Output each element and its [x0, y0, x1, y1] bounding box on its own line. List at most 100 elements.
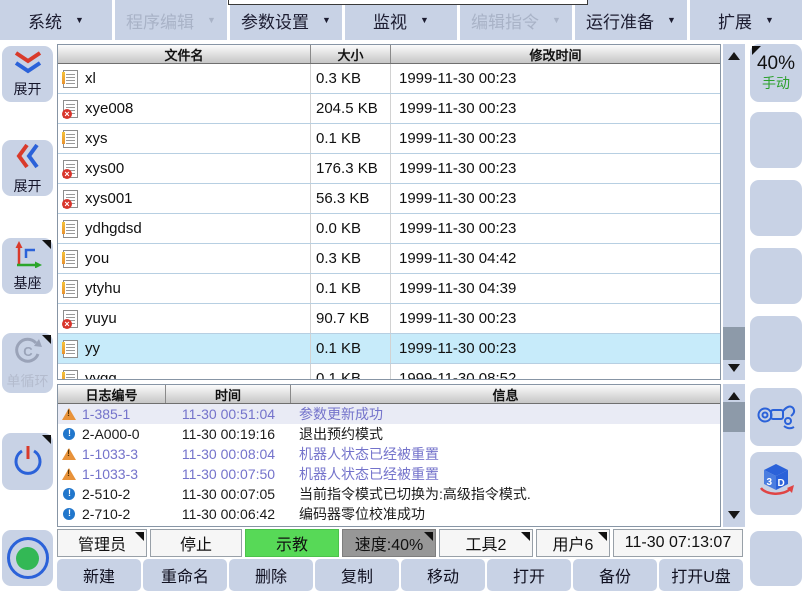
file-time-cell: 1999-11-30 00:23 [391, 184, 720, 213]
right-panel-empty-button-5[interactable] [750, 531, 802, 586]
svg-text:D: D [778, 478, 785, 489]
log-row[interactable]: 2-710-2 11-30 00:06:42 编码器零位校准成功 [58, 504, 720, 524]
file-row[interactable]: ytyhu 0.1 KB 1999-11-30 04:39 [58, 274, 720, 304]
scrollbar-thumb[interactable] [723, 402, 745, 432]
action-button[interactable]: 移动 [401, 559, 485, 591]
status-field[interactable]: 速度:40% [342, 529, 436, 557]
log-table-scrollbar[interactable] [723, 384, 745, 527]
column-header-log-info: 信息 [291, 385, 720, 403]
log-id-cell: 2-510-2 [58, 486, 166, 502]
log-id-cell: 1-385-1 [58, 406, 166, 422]
file-time-cell: 1999-11-30 00:23 [391, 94, 720, 123]
status-field[interactable]: 停止 [150, 529, 242, 557]
action-bar: 新建 重命名 删除 复制 移动 打开 备份 [57, 559, 743, 591]
file-size-cell: 176.3 KB [311, 154, 391, 183]
file-row[interactable]: xys00 176.3 KB 1999-11-30 00:23 [58, 154, 720, 184]
log-row[interactable]: 2-A000-0 11-30 00:19:16 退出预约模式 [58, 424, 720, 444]
scroll-up-arrow-icon[interactable] [728, 52, 740, 60]
log-time-cell: 11-30 00:19:16 [166, 426, 291, 442]
3d-view-button[interactable]: 3 D [750, 452, 802, 515]
action-button[interactable]: 新建 [57, 559, 141, 591]
single-cycle-button[interactable]: C 单循环 [2, 333, 53, 393]
action-button-label: 新建 [83, 563, 115, 587]
log-table: 日志编号 时间 信息 1-385-1 11-30 00:51:04 参数更新成功 [57, 384, 721, 527]
chevron-down-icon: ▼ [207, 16, 216, 25]
file-name-cell: xye008 [58, 94, 311, 123]
status-field[interactable]: 11-30 07:13:07 [613, 529, 743, 557]
power-button[interactable] [2, 433, 53, 490]
scrollbar-thumb[interactable] [723, 327, 745, 360]
right-panel-empty-button-2[interactable] [750, 180, 802, 236]
file-name-cell: xys001 [58, 184, 311, 213]
menu-item[interactable]: 编辑指令 ▼ [460, 0, 572, 40]
file-row[interactable]: xys001 56.3 KB 1999-11-30 00:23 [58, 184, 720, 214]
file-row[interactable]: ydhgdsd 0.0 KB 1999-11-30 00:23 [58, 214, 720, 244]
chevron-down-icon: ▼ [552, 16, 561, 25]
file-row[interactable]: yuyu 90.7 KB 1999-11-30 00:23 [58, 304, 720, 334]
scroll-down-arrow-icon[interactable] [728, 364, 740, 372]
action-button-label: 打开U盘 [671, 563, 731, 587]
log-id-cell: 2-710-2 [58, 506, 166, 522]
servo-enable-button[interactable] [2, 530, 53, 586]
scroll-down-arrow-icon[interactable] [728, 511, 740, 519]
expand-left-label: 展开 [14, 176, 42, 196]
menu-item[interactable]: 监视 ▼ [345, 0, 457, 40]
log-row[interactable]: 2-510-2 11-30 00:07:05 当前指令模式已切换为:高级指令模式… [58, 484, 720, 504]
expand-down-button[interactable]: 展开 [2, 46, 53, 102]
status-field-label: 工具2 [466, 531, 507, 555]
menu-item-label: 参数设置 [241, 8, 309, 33]
menu-item[interactable]: 参数设置 ▼ [230, 0, 342, 40]
action-button[interactable]: 复制 [315, 559, 399, 591]
log-row[interactable]: 1-385-1 11-30 00:51:04 参数更新成功 [58, 404, 720, 424]
double-chevron-left-icon [16, 141, 40, 174]
file-size-cell: 0.3 KB [311, 64, 391, 93]
file-icon [63, 70, 78, 88]
single-cycle-label: 单循环 [7, 371, 49, 391]
file-row[interactable]: xl 0.3 KB 1999-11-30 00:23 [58, 64, 720, 94]
action-button[interactable]: 备份 [573, 559, 657, 591]
file-size-cell: 0.0 KB [311, 214, 391, 243]
file-name: ytyhu [85, 280, 121, 297]
right-panel-empty-button-4[interactable] [750, 316, 802, 372]
menu-item[interactable]: 程序编辑 ▼ [115, 0, 227, 40]
log-row[interactable]: 1-1033-3 11-30 00:06:03 伺服没有标定，请先标定伺服 [58, 524, 720, 527]
action-button[interactable]: 打开U盘 [659, 559, 743, 591]
file-row[interactable]: yy 0.1 KB 1999-11-30 00:23 [58, 334, 720, 364]
file-row[interactable]: yygg 0.1 KB 1999-11-30 08:52 [58, 364, 720, 380]
right-panel-empty-button-3[interactable] [750, 248, 802, 304]
chevron-down-icon: ▼ [75, 16, 84, 25]
log-id-cell: 2-A000-0 [58, 426, 166, 442]
expand-left-button[interactable]: 展开 [2, 140, 53, 196]
status-field[interactable]: 示教 [245, 529, 339, 557]
file-row[interactable]: xye008 204.5 KB 1999-11-30 00:23 [58, 94, 720, 124]
action-button[interactable]: 删除 [229, 559, 313, 591]
robot-view-button[interactable] [750, 388, 802, 446]
action-button[interactable]: 重命名 [143, 559, 227, 591]
menu-item[interactable]: 运行准备 ▼ [575, 0, 687, 40]
log-row[interactable]: 1-1033-3 11-30 00:08:04 机器人状态已经被重置 [58, 444, 720, 464]
speed-mode-button[interactable]: 40% 手动 [750, 44, 802, 102]
base-frame-button[interactable]: 基座 [2, 238, 53, 294]
status-field[interactable]: 工具2 [439, 529, 533, 557]
log-level-icon [62, 427, 77, 441]
file-name-cell: ydhgdsd [58, 214, 311, 243]
chevron-down-icon: ▼ [420, 16, 429, 25]
file-row[interactable]: xys 0.1 KB 1999-11-30 00:23 [58, 124, 720, 154]
status-field-label: 停止 [180, 531, 212, 555]
file-name: xys [85, 130, 108, 147]
file-row[interactable]: you 0.3 KB 1999-11-30 04:42 [58, 244, 720, 274]
right-panel-empty-button-1[interactable] [750, 112, 802, 168]
column-header-size: 大小 [311, 45, 391, 63]
action-button[interactable]: 打开 [487, 559, 571, 591]
expand-down-label: 展开 [14, 79, 42, 99]
file-table-scrollbar[interactable] [723, 44, 745, 380]
status-field[interactable]: 管理员 [57, 529, 147, 557]
scroll-up-arrow-icon[interactable] [728, 392, 740, 400]
log-id: 2-A000-0 [82, 426, 140, 442]
column-header-modified: 修改时间 [391, 45, 720, 63]
menu-item[interactable]: 系统 ▼ [0, 0, 112, 40]
file-name: yuyu [85, 310, 117, 327]
log-row[interactable]: 1-1033-3 11-30 00:07:50 机器人状态已经被重置 [58, 464, 720, 484]
menu-item[interactable]: 扩展 ▼ [690, 0, 802, 40]
status-field[interactable]: 用户6 [536, 529, 610, 557]
